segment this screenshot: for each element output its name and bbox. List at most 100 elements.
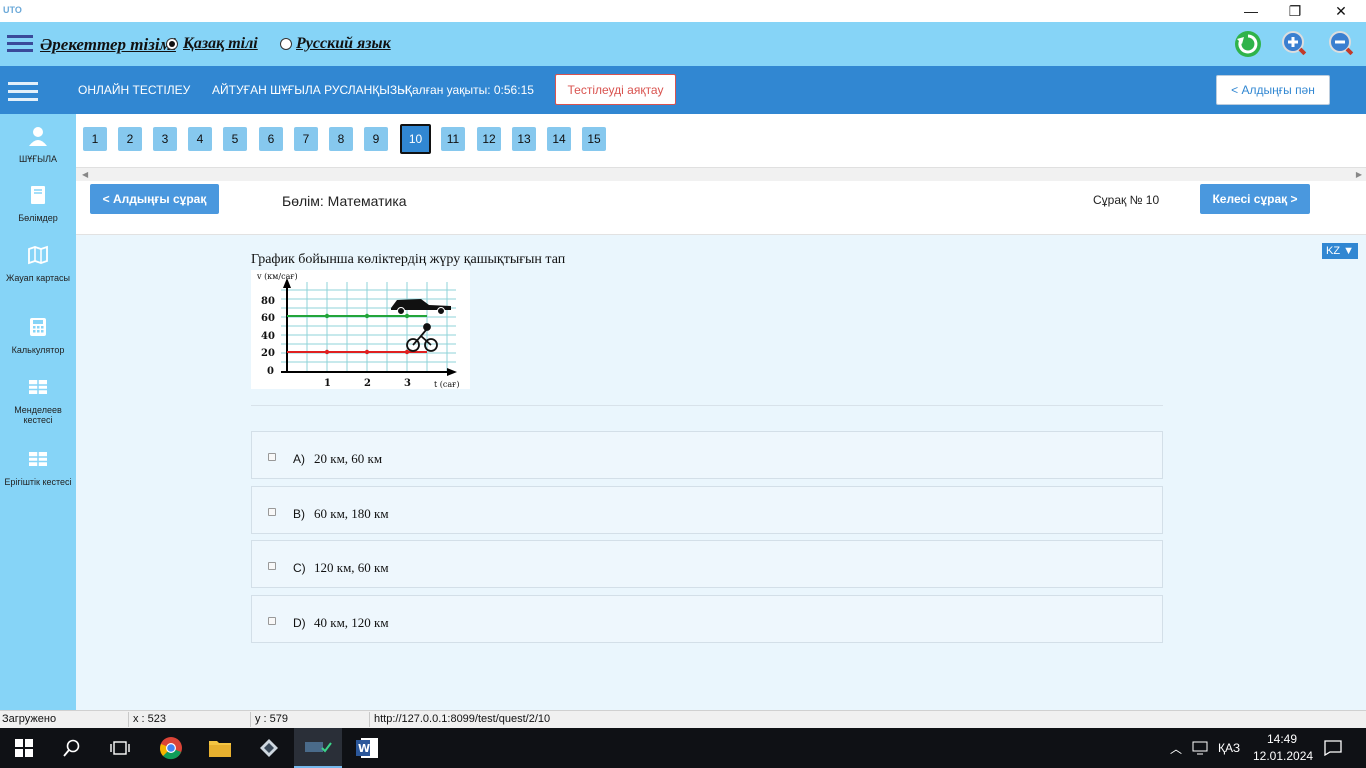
map-icon: [28, 245, 48, 265]
sidebar-item-solubility-table[interactable]: Ерігіштік кестесі: [0, 449, 76, 487]
question-header: < Алдыңғы сұрақ Бөлім: Математика Сұрақ …: [76, 181, 1366, 235]
clock-time[interactable]: 14:49: [1267, 732, 1297, 746]
taskbar-file-explorer[interactable]: [196, 728, 244, 768]
sidebar-item-label: Калькулятор: [11, 345, 65, 355]
question-number-15[interactable]: 15: [582, 127, 606, 151]
minimize-button[interactable]: —: [1228, 0, 1274, 22]
calculator-icon: [30, 318, 46, 336]
answer-option-d[interactable]: D) 40 км, 120 км: [251, 595, 1163, 643]
notifications-icon[interactable]: [1324, 740, 1342, 756]
sidebar-item-user[interactable]: ШҰҒЫЛА: [0, 126, 76, 164]
sidebar-item-sections[interactable]: Бөлімдер: [0, 185, 76, 223]
x-tick: 3: [404, 378, 411, 389]
sidebar-item-calculator[interactable]: Калькулятор: [0, 317, 76, 355]
close-icon: ✕: [1335, 2, 1347, 19]
question-number-3[interactable]: 3: [153, 127, 177, 151]
answer-text: 20 км, 60 км: [314, 451, 383, 466]
question-number-strip: 1 2 3 4 5 6 7 8 9 10 11 12 13 14 15: [76, 114, 1366, 170]
list-menu-icon[interactable]: [7, 35, 33, 53]
question-number-8[interactable]: 8: [329, 127, 353, 151]
answer-option-a[interactable]: A) 20 км, 60 км: [251, 431, 1163, 479]
zoom-out-icon[interactable]: [1328, 30, 1356, 58]
window-titlebar: UTO — ❐ ✕: [0, 0, 1366, 22]
question-number-9[interactable]: 9: [364, 127, 388, 151]
prev-question-button[interactable]: < Алдыңғы сұрақ: [90, 184, 219, 214]
app-name: ОНЛАЙН ТЕСТІЛЕУ: [78, 83, 191, 97]
question-number-1[interactable]: 1: [83, 127, 107, 151]
input-language[interactable]: ҚАЗ: [1218, 741, 1240, 755]
zoom-in-icon[interactable]: [1281, 30, 1309, 58]
question-number-14[interactable]: 14: [547, 127, 571, 151]
windows-icon: [15, 739, 33, 757]
answer-letter: D): [293, 616, 306, 630]
y-tick: 60: [261, 313, 275, 324]
close-button[interactable]: ✕: [1318, 0, 1364, 22]
student-name: АЙТУҒАН ШҰҒЫЛА РУСЛАНҚЫЗЫ: [212, 83, 408, 97]
answer-letter: A): [293, 452, 305, 466]
word-icon: W: [356, 738, 378, 758]
scroll-left-icon[interactable]: ◀: [82, 170, 88, 179]
task-view-button[interactable]: [96, 728, 144, 768]
question-number-13[interactable]: 13: [512, 127, 536, 151]
sidebar-item-answer-map[interactable]: Жауап картасы: [0, 245, 76, 283]
search-button[interactable]: [48, 728, 96, 768]
page-url: http://127.0.0.1:8099/test/quest/2/10: [374, 713, 551, 725]
chrome-icon: [160, 737, 182, 760]
answer-text: 60 км, 180 км: [314, 506, 389, 521]
restore-icon: ❐: [1288, 2, 1302, 19]
clock-date[interactable]: 12.01.2024: [1253, 749, 1313, 763]
prev-subject-button[interactable]: < Алдыңғы пән: [1216, 75, 1330, 105]
minimize-icon: —: [1244, 3, 1258, 19]
refresh-icon[interactable]: [1234, 30, 1262, 58]
answer-option-b[interactable]: B) 60 км, 180 км: [251, 486, 1163, 534]
answer-checkbox[interactable]: [268, 562, 276, 570]
x-axis-label: t (сағ): [434, 380, 459, 389]
lang-ru-radio[interactable]: [280, 38, 292, 50]
lang-kz-label[interactable]: Қазақ тілі: [183, 35, 258, 53]
taskbar-uto-test[interactable]: [294, 728, 342, 768]
content-lang-select[interactable]: KZ ▼: [1322, 243, 1358, 259]
y-tick: 40: [261, 331, 275, 342]
answer-option-c[interactable]: C) 120 км, 60 км: [251, 540, 1163, 588]
section-title: Бөлім: Математика: [282, 193, 407, 209]
question-number-11[interactable]: 11: [441, 127, 465, 151]
menubar: Әрекеттер тізімі Қазақ тілі Русский язык: [0, 22, 1366, 66]
answer-checkbox[interactable]: [268, 617, 276, 625]
network-icon[interactable]: [1192, 741, 1208, 755]
book-icon: [31, 186, 45, 204]
horizontal-scrollbar[interactable]: ◀ ▶: [76, 167, 1366, 181]
lang-kz-radio[interactable]: [166, 38, 178, 50]
answer-checkbox[interactable]: [268, 453, 276, 461]
question-number-4[interactable]: 4: [188, 127, 212, 151]
task-view-icon: [110, 741, 130, 755]
answer-checkbox[interactable]: [268, 508, 276, 516]
taskbar-chrome[interactable]: [147, 728, 195, 768]
divider: [251, 405, 1163, 406]
sidebar-item-label: Ерігіштік кестесі: [4, 477, 72, 487]
question-number-2[interactable]: 2: [118, 127, 142, 151]
next-question-button[interactable]: Келесі сұрақ >: [1200, 184, 1310, 214]
answer-letter: C): [293, 561, 306, 575]
sidebar-toggle-icon[interactable]: [8, 82, 38, 106]
actions-list-link[interactable]: Әрекеттер тізімі: [40, 35, 176, 55]
question-number-label: Сұрақ № 10: [1093, 193, 1160, 207]
scroll-right-icon[interactable]: ▶: [1356, 170, 1362, 179]
finish-test-button[interactable]: Тестілеуді аяқтау: [555, 74, 676, 105]
question-number-12[interactable]: 12: [477, 127, 501, 151]
sidebar-item-label: Менделеев кестесі: [14, 405, 62, 425]
taskbar-word[interactable]: W: [343, 728, 391, 768]
taskbar-app[interactable]: [245, 728, 293, 768]
question-number-6[interactable]: 6: [259, 127, 283, 151]
sidebar-item-periodic-table[interactable]: Менделеев кестесі: [0, 377, 76, 425]
search-icon: [63, 739, 80, 757]
question-number-10[interactable]: 10: [400, 124, 431, 154]
lang-ru-label[interactable]: Русский язык: [296, 35, 391, 53]
question-number-5[interactable]: 5: [223, 127, 247, 151]
tray-chevron-up-icon[interactable]: ︿: [1170, 740, 1182, 757]
time-remaining: -Қалған уақыты: 0:56:15: [401, 83, 534, 97]
maximize-button[interactable]: ❐: [1272, 0, 1318, 22]
question-number-7[interactable]: 7: [294, 127, 318, 151]
start-button[interactable]: [0, 728, 48, 768]
sidebar-item-label: Бөлімдер: [18, 213, 58, 223]
sidebar-item-label: ШҰҒЫЛА: [18, 154, 57, 164]
